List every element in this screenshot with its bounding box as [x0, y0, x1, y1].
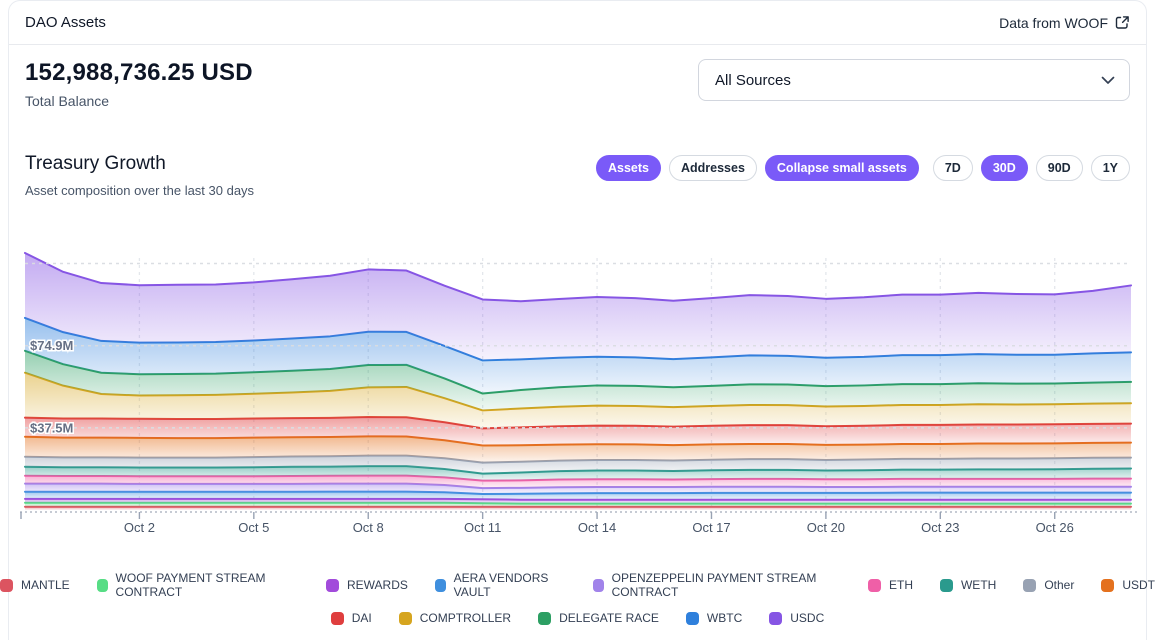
section-heading: Treasury Growth Asset composition over t… [25, 153, 254, 198]
legend-swatch-icon [97, 579, 108, 592]
collapse-small-assets-button[interactable]: Collapse small assets [765, 155, 919, 181]
legend-item: Other [1023, 578, 1074, 592]
legend-swatch-icon [435, 579, 446, 592]
range-30d-button[interactable]: 30D [981, 155, 1028, 181]
legend-swatch-icon [1101, 579, 1114, 592]
legend-swatch-icon [868, 579, 881, 592]
legend-label: AERA VENDORS VAULT [454, 571, 566, 599]
range-buttons: 7D 30D 90D 1Y [933, 155, 1130, 181]
svg-text:Oct 26: Oct 26 [1036, 520, 1074, 535]
data-source-link[interactable]: Data from WOOF [999, 15, 1130, 31]
legend-item: DAI [331, 611, 372, 625]
legend-item: COMPTROLLER [399, 611, 511, 625]
legend-label: DELEGATE RACE [559, 611, 659, 625]
page-title: DAO Assets [25, 14, 106, 31]
treasury-growth-chart[interactable]: $37.5M $74.9M Oct 2 Oct 5 Oct 8 Oct 11 Oct 14 O… [0, 240, 1155, 540]
legend-row-1: MANTLE WOOF PAYMENT STREAM CONTRACT REWARD… [0, 571, 1155, 599]
legend-item: ETH [868, 578, 913, 592]
balance-block: 152,988,736.25 USD Total Balance [25, 59, 253, 109]
legend-label: COMPTROLLER [420, 611, 511, 625]
external-link-icon [1115, 15, 1130, 30]
svg-text:$74.9M: $74.9M [30, 338, 73, 353]
legend-label: OPENZEPPELIN PAYMENT STREAM CONTRACT [612, 571, 841, 599]
total-balance-label: Total Balance [25, 93, 253, 109]
range-7d-button[interactable]: 7D [933, 155, 973, 181]
range-90d-button[interactable]: 90D [1036, 155, 1083, 181]
svg-text:Oct 8: Oct 8 [353, 520, 384, 535]
legend-label: REWARDS [347, 578, 408, 592]
legend-swatch-icon [593, 579, 604, 592]
legend-swatch-icon [538, 612, 551, 625]
balance-row: 152,988,736.25 USD Total Balance All Sou… [9, 45, 1146, 109]
legend-swatch-icon [326, 579, 339, 592]
legend-label: Other [1044, 578, 1074, 592]
legend-swatch-icon [686, 612, 699, 625]
svg-text:Oct 20: Oct 20 [807, 520, 845, 535]
svg-text:Oct 23: Oct 23 [921, 520, 959, 535]
legend-item: USDT [1101, 578, 1155, 592]
legend-swatch-icon [769, 612, 782, 625]
legend-item: WOOF PAYMENT STREAM CONTRACT [97, 571, 299, 599]
legend-item: OPENZEPPELIN PAYMENT STREAM CONTRACT [593, 571, 841, 599]
svg-text:Oct 17: Oct 17 [692, 520, 730, 535]
chart-legend: MANTLE WOOF PAYMENT STREAM CONTRACT REWARD… [0, 571, 1155, 625]
data-source-link-label: Data from WOOF [999, 15, 1108, 31]
total-balance-amount: 152,988,736.25 USD [25, 59, 253, 87]
legend-label: WOOF PAYMENT STREAM CONTRACT [116, 571, 299, 599]
legend-item: WBTC [686, 611, 742, 625]
legend-item: DELEGATE RACE [538, 611, 659, 625]
card-header: DAO Assets Data from WOOF [9, 1, 1146, 45]
legend-label: ETH [889, 578, 913, 592]
legend-label: DAI [352, 611, 372, 625]
legend-swatch-icon [331, 612, 344, 625]
sources-dropdown-value: All Sources [715, 72, 791, 89]
legend-label: WBTC [707, 611, 742, 625]
svg-text:$37.5M: $37.5M [30, 420, 73, 435]
svg-text:Oct 14: Oct 14 [578, 520, 616, 535]
legend-label: USDT [1122, 578, 1155, 592]
section-subtitle: Asset composition over the last 30 days [25, 183, 254, 198]
legend-label: MANTLE [21, 578, 70, 592]
sources-dropdown[interactable]: All Sources [698, 59, 1130, 101]
legend-swatch-icon [399, 612, 412, 625]
legend-item: WETH [940, 578, 996, 592]
chart-controls: Assets Addresses Collapse small assets 7… [596, 153, 1130, 181]
legend-item: AERA VENDORS VAULT [435, 571, 566, 599]
section-row: Treasury Growth Asset composition over t… [9, 109, 1146, 198]
assets-toggle-button[interactable]: Assets [596, 155, 661, 181]
range-1y-button[interactable]: 1Y [1091, 155, 1130, 181]
legend-swatch-icon [0, 579, 13, 592]
legend-label: USDC [790, 611, 824, 625]
legend-swatch-icon [1023, 579, 1036, 592]
legend-label: WETH [961, 578, 996, 592]
addresses-toggle-button[interactable]: Addresses [669, 155, 757, 181]
legend-row-2: DAI COMPTROLLER DELEGATE RACE WBTC USDC [0, 611, 1155, 625]
legend-item: USDC [769, 611, 824, 625]
svg-text:Oct 11: Oct 11 [464, 520, 501, 535]
section-title: Treasury Growth [25, 153, 254, 175]
svg-text:Oct 5: Oct 5 [238, 520, 269, 535]
chevron-down-icon [1101, 76, 1115, 85]
svg-text:Oct 2: Oct 2 [124, 520, 155, 535]
legend-swatch-icon [940, 579, 953, 592]
legend-item: MANTLE [0, 578, 70, 592]
legend-item: REWARDS [326, 578, 408, 592]
